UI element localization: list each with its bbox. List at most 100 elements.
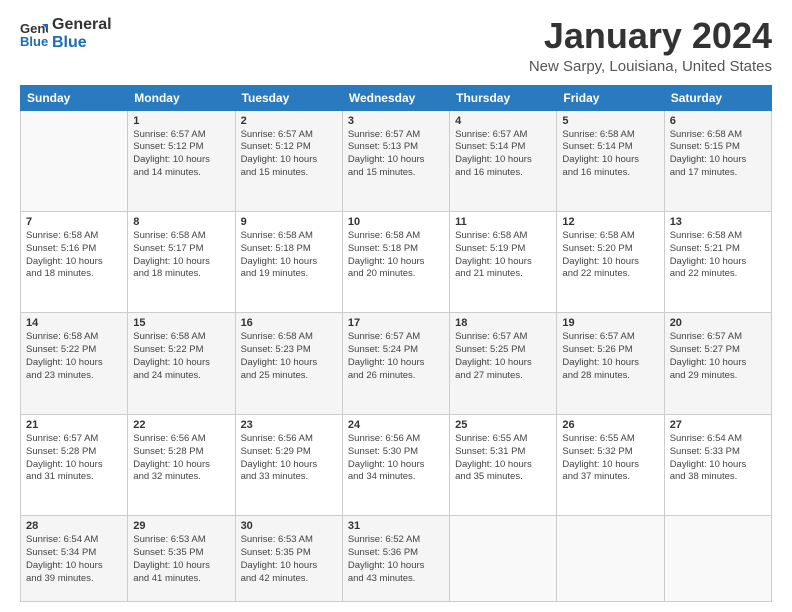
calendar-cell: 7Sunrise: 6:58 AM Sunset: 5:16 PM Daylig…: [21, 212, 128, 313]
day-info: Sunrise: 6:52 AM Sunset: 5:36 PM Dayligh…: [348, 534, 444, 585]
day-number: 2: [241, 115, 337, 127]
day-info: Sunrise: 6:58 AM Sunset: 5:23 PM Dayligh…: [241, 331, 337, 382]
weekday-header: Thursday: [450, 85, 557, 110]
day-number: 24: [348, 419, 444, 431]
calendar-cell: 16 Sunrise: 6:58 AM Sunset: 5:23 PM Dayli…: [235, 313, 342, 414]
calendar-cell: 31 Sunrise: 6:52 AM Sunset: 5:36 PM Dayli…: [342, 516, 449, 602]
calendar-cell: 2 Sunrise: 6:57 AM Sunset: 5:12 PM Daylig…: [235, 110, 342, 211]
calendar-week-row: 14 Sunrise: 6:58 AM Sunset: 5:22 PM Dayli…: [21, 313, 772, 414]
day-info: Sunrise: 6:56 AM Sunset: 5:29 PM Dayligh…: [241, 433, 337, 484]
calendar-cell: 14 Sunrise: 6:58 AM Sunset: 5:22 PM Dayli…: [21, 313, 128, 414]
day-number: 1: [133, 115, 229, 127]
day-info: Sunrise: 6:55 AM Sunset: 5:31 PM Dayligh…: [455, 433, 551, 484]
day-info: Sunrise: 6:58 AM Sunset: 5:18 PM Dayligh…: [241, 230, 337, 281]
day-number: 5: [562, 115, 658, 127]
day-info: Sunrise: 6:55 AM Sunset: 5:32 PM Dayligh…: [562, 433, 658, 484]
day-info: Sunrise: 6:53 AM Sunset: 5:35 PM Dayligh…: [133, 534, 229, 585]
day-info: Sunrise: 6:58 AM Sunset: 5:15 PM Dayligh…: [670, 129, 766, 180]
calendar-cell: [21, 110, 128, 211]
day-number: 18: [455, 317, 551, 329]
calendar-week-row: 28 Sunrise: 6:54 AM Sunset: 5:34 PM Dayli…: [21, 516, 772, 602]
calendar-cell: 19Sunrise: 6:57 AM Sunset: 5:26 PM Dayli…: [557, 313, 664, 414]
day-number: 17: [348, 317, 444, 329]
calendar-cell: 15 Sunrise: 6:58 AM Sunset: 5:22 PM Dayli…: [128, 313, 235, 414]
calendar-week-row: 1 Sunrise: 6:57 AM Sunset: 5:12 PM Daylig…: [21, 110, 772, 211]
day-info: Sunrise: 6:57 AM Sunset: 5:13 PM Dayligh…: [348, 129, 444, 180]
day-info: Sunrise: 6:58 AM Sunset: 5:14 PM Dayligh…: [562, 129, 658, 180]
day-info: Sunrise: 6:58 AM Sunset: 5:22 PM Dayligh…: [133, 331, 229, 382]
calendar-cell: 6 Sunrise: 6:58 AM Sunset: 5:15 PM Daylig…: [664, 110, 771, 211]
day-info: Sunrise: 6:57 AM Sunset: 5:27 PM Dayligh…: [670, 331, 766, 382]
day-info: Sunrise: 6:57 AM Sunset: 5:12 PM Dayligh…: [133, 129, 229, 180]
day-number: 3: [348, 115, 444, 127]
day-number: 26: [562, 419, 658, 431]
calendar-cell: 3 Sunrise: 6:57 AM Sunset: 5:13 PM Daylig…: [342, 110, 449, 211]
day-number: 23: [241, 419, 337, 431]
day-info: Sunrise: 6:57 AM Sunset: 5:25 PM Dayligh…: [455, 331, 551, 382]
logo-line1: General: [52, 16, 112, 34]
calendar-cell: 26 Sunrise: 6:55 AM Sunset: 5:32 PM Dayli…: [557, 414, 664, 515]
calendar-cell: 28 Sunrise: 6:54 AM Sunset: 5:34 PM Dayli…: [21, 516, 128, 602]
calendar-cell: 22 Sunrise: 6:56 AM Sunset: 5:28 PM Dayli…: [128, 414, 235, 515]
day-number: 14: [26, 317, 122, 329]
month-title: January 2024: [529, 16, 772, 56]
weekday-header: Wednesday: [342, 85, 449, 110]
day-info: Sunrise: 6:54 AM Sunset: 5:34 PM Dayligh…: [26, 534, 122, 585]
calendar-cell: 12Sunrise: 6:58 AM Sunset: 5:20 PM Dayli…: [557, 212, 664, 313]
location: New Sarpy, Louisiana, United States: [529, 58, 772, 75]
day-info: Sunrise: 6:56 AM Sunset: 5:28 PM Dayligh…: [133, 433, 229, 484]
day-number: 30: [241, 520, 337, 532]
day-info: Sunrise: 6:58 AM Sunset: 5:20 PM Dayligh…: [562, 230, 658, 281]
day-info: Sunrise: 6:53 AM Sunset: 5:35 PM Dayligh…: [241, 534, 337, 585]
day-info: Sunrise: 6:57 AM Sunset: 5:26 PM Dayligh…: [562, 331, 658, 382]
day-info: Sunrise: 6:58 AM Sunset: 5:18 PM Dayligh…: [348, 230, 444, 281]
weekday-header: Sunday: [21, 85, 128, 110]
day-number: 25: [455, 419, 551, 431]
calendar-cell: 21 Sunrise: 6:57 AM Sunset: 5:28 PM Dayli…: [21, 414, 128, 515]
logo: General Blue General Blue: [20, 16, 112, 51]
day-number: 13: [670, 216, 766, 228]
page: General Blue General Blue January 2024 N…: [0, 0, 792, 612]
calendar-week-row: 21 Sunrise: 6:57 AM Sunset: 5:28 PM Dayli…: [21, 414, 772, 515]
calendar-cell: 30 Sunrise: 6:53 AM Sunset: 5:35 PM Dayli…: [235, 516, 342, 602]
day-info: Sunrise: 6:58 AM Sunset: 5:17 PM Dayligh…: [133, 230, 229, 281]
weekday-header: Saturday: [664, 85, 771, 110]
day-info: Sunrise: 6:58 AM Sunset: 5:16 PM Dayligh…: [26, 230, 122, 281]
calendar-cell: 8 Sunrise: 6:58 AM Sunset: 5:17 PM Daylig…: [128, 212, 235, 313]
day-info: Sunrise: 6:58 AM Sunset: 5:19 PM Dayligh…: [455, 230, 551, 281]
calendar-cell: 27Sunrise: 6:54 AM Sunset: 5:33 PM Dayli…: [664, 414, 771, 515]
calendar-cell: 25 Sunrise: 6:55 AM Sunset: 5:31 PM Dayli…: [450, 414, 557, 515]
calendar-cell: 24Sunrise: 6:56 AM Sunset: 5:30 PM Dayli…: [342, 414, 449, 515]
calendar-cell: 20 Sunrise: 6:57 AM Sunset: 5:27 PM Dayli…: [664, 313, 771, 414]
day-number: 11: [455, 216, 551, 228]
calendar-table: SundayMondayTuesdayWednesdayThursdayFrid…: [20, 85, 772, 602]
calendar-cell: 1 Sunrise: 6:57 AM Sunset: 5:12 PM Daylig…: [128, 110, 235, 211]
day-info: Sunrise: 6:57 AM Sunset: 5:12 PM Dayligh…: [241, 129, 337, 180]
calendar-cell: [450, 516, 557, 602]
calendar-cell: [557, 516, 664, 602]
weekday-header: Friday: [557, 85, 664, 110]
day-info: Sunrise: 6:57 AM Sunset: 5:28 PM Dayligh…: [26, 433, 122, 484]
calendar-cell: 9 Sunrise: 6:58 AM Sunset: 5:18 PM Daylig…: [235, 212, 342, 313]
logo-line2: Blue: [52, 34, 112, 52]
day-number: 22: [133, 419, 229, 431]
day-number: 16: [241, 317, 337, 329]
day-info: Sunrise: 6:57 AM Sunset: 5:14 PM Dayligh…: [455, 129, 551, 180]
day-info: Sunrise: 6:54 AM Sunset: 5:33 PM Dayligh…: [670, 433, 766, 484]
day-number: 20: [670, 317, 766, 329]
weekday-header: Tuesday: [235, 85, 342, 110]
calendar-cell: 11 Sunrise: 6:58 AM Sunset: 5:19 PM Dayli…: [450, 212, 557, 313]
day-number: 10: [348, 216, 444, 228]
day-info: Sunrise: 6:58 AM Sunset: 5:22 PM Dayligh…: [26, 331, 122, 382]
day-number: 9: [241, 216, 337, 228]
day-number: 21: [26, 419, 122, 431]
day-number: 28: [26, 520, 122, 532]
day-number: 4: [455, 115, 551, 127]
day-number: 29: [133, 520, 229, 532]
calendar-cell: 23 Sunrise: 6:56 AM Sunset: 5:29 PM Dayli…: [235, 414, 342, 515]
day-number: 6: [670, 115, 766, 127]
calendar-cell: [664, 516, 771, 602]
day-number: 8: [133, 216, 229, 228]
day-number: 31: [348, 520, 444, 532]
day-number: 15: [133, 317, 229, 329]
